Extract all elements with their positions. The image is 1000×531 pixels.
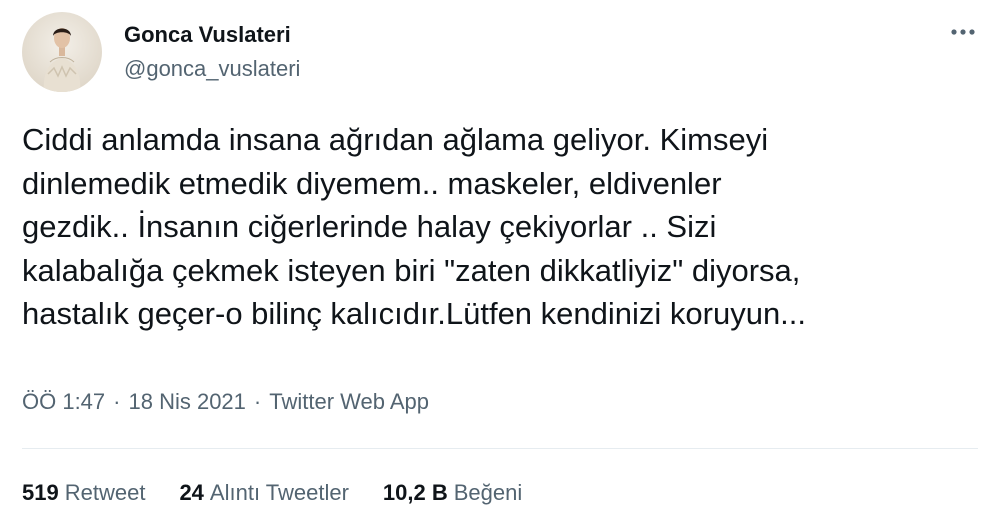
divider: [22, 448, 978, 449]
meta-separator: ·: [113, 389, 121, 414]
tweet-meta: ÖÖ 1:47 · 18 Nis 2021 · Twitter Web App: [22, 387, 429, 417]
ellipsis-icon: [951, 29, 975, 35]
more-options-button[interactable]: [948, 20, 978, 44]
tweet-text: Ciddi anlamda insana ağrıdan ağlama geli…: [22, 122, 807, 331]
likes-label: Beğeni: [453, 480, 523, 505]
meta-separator: ·: [253, 389, 262, 414]
tweet-header: Gonca Vuslateri @gonca_vuslateri: [22, 12, 300, 92]
tweet-source[interactable]: Twitter Web App: [269, 387, 429, 417]
tweet-stats: 519 Retweet 24 Alıntı Tweetler 10,2 B Be…: [22, 478, 556, 508]
tweet-time[interactable]: ÖÖ 1:47: [22, 387, 105, 417]
tweet-date[interactable]: 18 Nis 2021: [128, 387, 245, 417]
display-name[interactable]: Gonca Vuslateri: [124, 20, 300, 50]
user-names: Gonca Vuslateri @gonca_vuslateri: [124, 20, 300, 84]
avatar[interactable]: [22, 12, 102, 92]
likes-stat[interactable]: 10,2 B Beğeni: [383, 478, 522, 508]
quotes-count: 24: [179, 480, 204, 505]
user-handle[interactable]: @gonca_vuslateri: [124, 54, 300, 84]
retweets-count: 519: [22, 480, 59, 505]
profile-photo-icon: [22, 12, 102, 92]
retweets-stat[interactable]: 519 Retweet: [22, 478, 145, 508]
tweet-card: Gonca Vuslateri @gonca_vuslateri Ciddi a…: [0, 0, 1000, 531]
retweets-label: Retweet: [64, 480, 146, 505]
quotes-stat[interactable]: 24 Alıntı Tweetler: [179, 478, 348, 508]
quotes-label: Alıntı Tweetler: [209, 480, 349, 505]
likes-count: 10,2 B: [382, 480, 448, 505]
